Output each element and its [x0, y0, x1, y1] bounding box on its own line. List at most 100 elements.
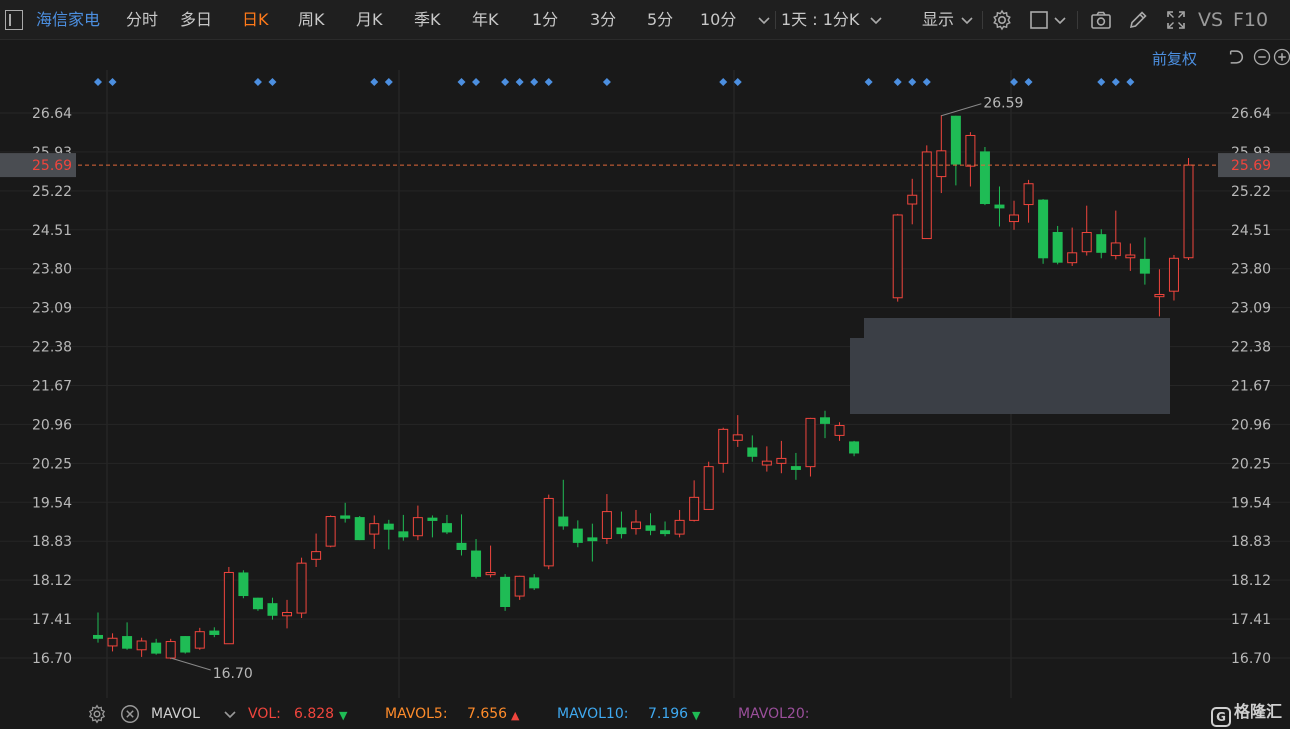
candle[interactable] — [223, 566, 234, 645]
candle[interactable] — [441, 514, 452, 535]
candle[interactable] — [514, 575, 525, 600]
event-marker[interactable] — [1024, 78, 1033, 86]
candle[interactable] — [703, 461, 714, 510]
candle[interactable] — [1081, 205, 1092, 256]
candle[interactable] — [849, 440, 860, 457]
event-marker[interactable] — [893, 78, 902, 86]
candle[interactable] — [340, 502, 351, 523]
event-marker[interactable] — [544, 78, 553, 86]
candle[interactable] — [834, 422, 845, 441]
event-marker[interactable] — [1097, 78, 1106, 86]
candle[interactable] — [296, 557, 307, 618]
candle[interactable] — [252, 597, 263, 611]
event-marker[interactable] — [370, 78, 379, 86]
candle[interactable] — [136, 637, 147, 657]
candle[interactable] — [427, 515, 438, 538]
candle[interactable] — [1154, 269, 1165, 317]
event-marker[interactable] — [719, 78, 728, 86]
close-icon[interactable] — [119, 703, 141, 725]
candle[interactable] — [1125, 243, 1136, 271]
gear-icon[interactable] — [86, 703, 108, 725]
event-marker[interactable] — [733, 78, 742, 86]
candle[interactable] — [1183, 157, 1194, 260]
candle[interactable] — [892, 213, 903, 302]
event-marker[interactable] — [515, 78, 524, 86]
event-marker[interactable] — [530, 78, 539, 86]
event-marker[interactable] — [922, 78, 931, 86]
candle[interactable] — [660, 521, 671, 537]
candle[interactable] — [1096, 229, 1107, 259]
candle[interactable] — [732, 415, 743, 447]
candle[interactable] — [412, 505, 423, 541]
candle[interactable] — [674, 509, 685, 538]
event-marker[interactable] — [908, 78, 917, 86]
candle[interactable] — [151, 638, 162, 655]
candle[interactable] — [965, 132, 976, 187]
chevron-down-icon[interactable] — [218, 702, 242, 726]
candle[interactable] — [587, 523, 598, 562]
candle[interactable] — [165, 638, 176, 660]
candle[interactable] — [572, 520, 583, 548]
event-marker[interactable] — [864, 78, 873, 86]
event-marker[interactable] — [253, 78, 262, 86]
candle[interactable] — [194, 627, 205, 650]
candle[interactable] — [747, 435, 758, 462]
candle[interactable] — [369, 515, 380, 549]
indicator-name[interactable]: MAVOL — [151, 706, 200, 722]
event-marker[interactable] — [268, 78, 277, 86]
candle[interactable] — [122, 622, 133, 650]
event-marker[interactable] — [108, 78, 117, 86]
candle[interactable] — [543, 494, 554, 570]
candle[interactable] — [1038, 199, 1049, 264]
candle[interactable] — [456, 514, 467, 556]
candle[interactable] — [311, 533, 322, 567]
candle[interactable] — [921, 145, 932, 240]
candle[interactable] — [325, 515, 336, 548]
candle[interactable] — [1067, 227, 1078, 266]
candle[interactable] — [761, 446, 772, 472]
candle[interactable] — [1023, 179, 1034, 223]
candle[interactable] — [1139, 237, 1150, 285]
candle[interactable] — [267, 597, 278, 620]
candle[interactable] — [936, 115, 947, 194]
event-marker[interactable] — [457, 78, 466, 86]
candle[interactable] — [1110, 210, 1121, 260]
candle[interactable] — [616, 511, 627, 539]
candle[interactable] — [398, 514, 409, 541]
candle[interactable] — [601, 494, 612, 544]
candle[interactable] — [950, 115, 961, 186]
candlestick-chart[interactable]: 26.6425.9325.2224.5123.8023.0922.3821.67… — [0, 0, 1290, 729]
event-marker[interactable] — [1126, 78, 1135, 86]
event-marker[interactable] — [384, 78, 393, 86]
candle[interactable] — [93, 612, 103, 643]
candle[interactable] — [238, 570, 249, 599]
event-marker[interactable] — [602, 78, 611, 86]
candle[interactable] — [790, 452, 801, 480]
candle[interactable] — [282, 599, 293, 629]
candle[interactable] — [979, 146, 990, 206]
candle[interactable] — [107, 633, 118, 652]
event-marker[interactable] — [1111, 78, 1120, 86]
candle[interactable] — [529, 574, 540, 591]
candle[interactable] — [471, 539, 482, 579]
event-marker[interactable] — [472, 78, 481, 86]
event-markers[interactable] — [94, 78, 1135, 86]
candle[interactable] — [994, 186, 1005, 227]
candle[interactable] — [718, 427, 729, 473]
candle[interactable] — [630, 509, 641, 535]
event-marker[interactable] — [501, 78, 510, 86]
candle[interactable] — [558, 479, 569, 530]
event-marker[interactable] — [94, 78, 102, 86]
candle[interactable] — [805, 417, 816, 477]
candle[interactable] — [645, 513, 656, 536]
candle[interactable] — [776, 440, 787, 474]
candle[interactable] — [209, 627, 220, 638]
candle[interactable] — [907, 178, 918, 225]
candle[interactable] — [383, 519, 394, 550]
candle[interactable] — [689, 480, 700, 522]
candle[interactable] — [354, 515, 365, 541]
candle[interactable] — [1052, 225, 1063, 265]
candle[interactable] — [1168, 255, 1179, 301]
candle[interactable] — [485, 545, 496, 578]
candle[interactable] — [180, 636, 191, 654]
